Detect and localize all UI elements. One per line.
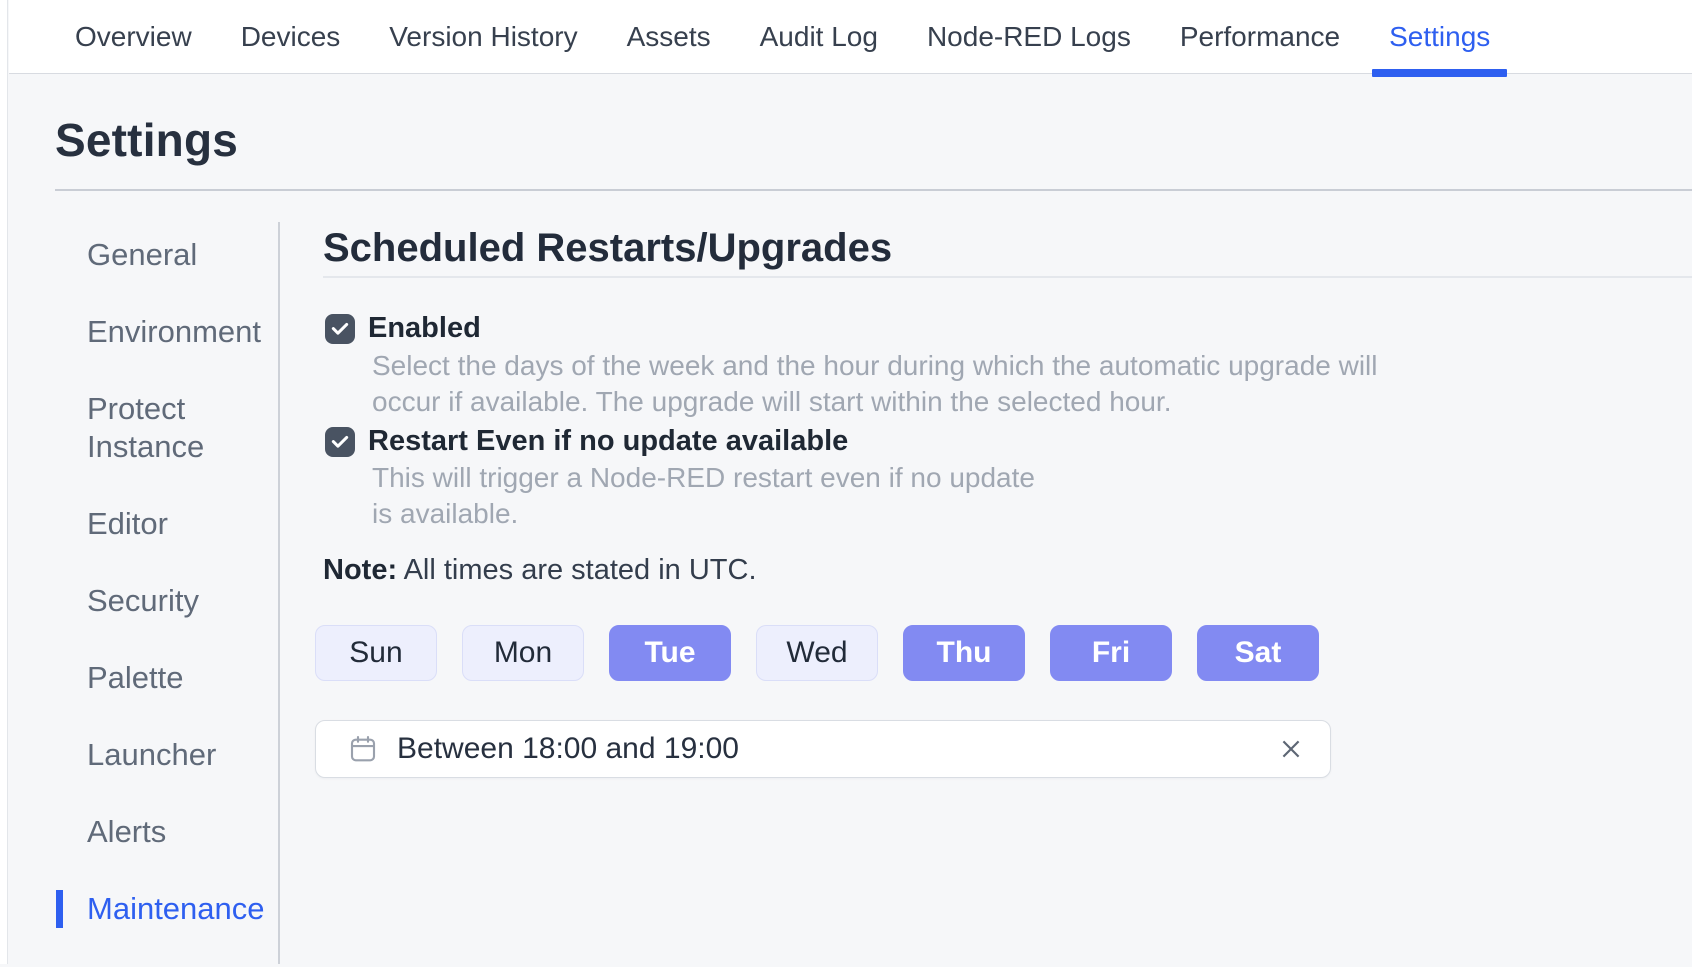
- sidebar-item-security[interactable]: Security: [56, 582, 259, 620]
- title-divider: [55, 189, 1692, 191]
- day-of-week-picker: Sun Mon Tue Wed Thu Fri Sat: [315, 625, 1319, 681]
- day-button-fri[interactable]: Fri: [1050, 625, 1172, 681]
- sidebar-item-protect-instance[interactable]: Protect Instance: [56, 390, 259, 466]
- tab-devices[interactable]: Devices: [241, 0, 341, 74]
- sidebar-item-maintenance[interactable]: Maintenance: [56, 890, 259, 928]
- tab-performance[interactable]: Performance: [1180, 0, 1340, 74]
- day-button-tue[interactable]: Tue: [609, 625, 731, 681]
- page-title: Settings: [55, 113, 238, 167]
- calendar-icon: [348, 734, 378, 764]
- settings-side-nav: General Environment Protect Instance Edi…: [56, 236, 259, 967]
- checkmark-icon: [330, 432, 350, 452]
- tab-settings[interactable]: Settings: [1389, 0, 1490, 74]
- restart-option-row: Restart Even if no update available: [325, 425, 848, 458]
- day-button-wed[interactable]: Wed: [756, 625, 878, 681]
- day-button-sun[interactable]: Sun: [315, 625, 437, 681]
- enabled-description: Select the days of the week and the hour…: [372, 348, 1378, 420]
- sidebar-item-alerts[interactable]: Alerts: [56, 813, 259, 851]
- x-icon: [1278, 736, 1304, 762]
- utc-note: Note: All times are stated in UTC.: [323, 554, 757, 587]
- restart-checkbox[interactable]: [325, 427, 355, 457]
- day-button-thu[interactable]: Thu: [903, 625, 1025, 681]
- sidebar-item-palette[interactable]: Palette: [56, 659, 259, 697]
- tab-assets[interactable]: Assets: [627, 0, 711, 74]
- section-title: Scheduled Restarts/Upgrades: [323, 226, 892, 271]
- app-shell-edge: [0, 0, 8, 964]
- tab-overview[interactable]: Overview: [75, 0, 192, 74]
- restart-description: This will trigger a Node-RED restart eve…: [372, 460, 1035, 532]
- clear-time-range-button[interactable]: [1274, 732, 1308, 766]
- sidebar-item-editor[interactable]: Editor: [56, 505, 259, 543]
- enabled-label: Enabled: [368, 312, 481, 345]
- day-button-mon[interactable]: Mon: [462, 625, 584, 681]
- sidebar-item-general[interactable]: General: [56, 236, 259, 274]
- instance-tab-bar: Overview Devices Version History Assets …: [9, 0, 1692, 74]
- sidebar-item-environment[interactable]: Environment: [56, 313, 259, 351]
- sidebar-item-launcher[interactable]: Launcher: [56, 736, 259, 774]
- enabled-option-row: Enabled: [325, 312, 481, 345]
- day-button-sat[interactable]: Sat: [1197, 625, 1319, 681]
- restart-label: Restart Even if no update available: [368, 425, 848, 458]
- tab-node-red-logs[interactable]: Node-RED Logs: [927, 0, 1131, 74]
- sidebar-divider: [278, 222, 280, 964]
- time-range-value: Between 18:00 and 19:00: [397, 732, 739, 766]
- instance-settings-page: Overview Devices Version History Assets …: [0, 0, 1692, 964]
- checkmark-icon: [330, 319, 350, 339]
- section-divider: [323, 276, 1692, 278]
- time-range-input[interactable]: Between 18:00 and 19:00: [315, 720, 1331, 778]
- tab-version-history[interactable]: Version History: [389, 0, 577, 74]
- tab-audit-log[interactable]: Audit Log: [760, 0, 878, 74]
- enabled-checkbox[interactable]: [325, 314, 355, 344]
